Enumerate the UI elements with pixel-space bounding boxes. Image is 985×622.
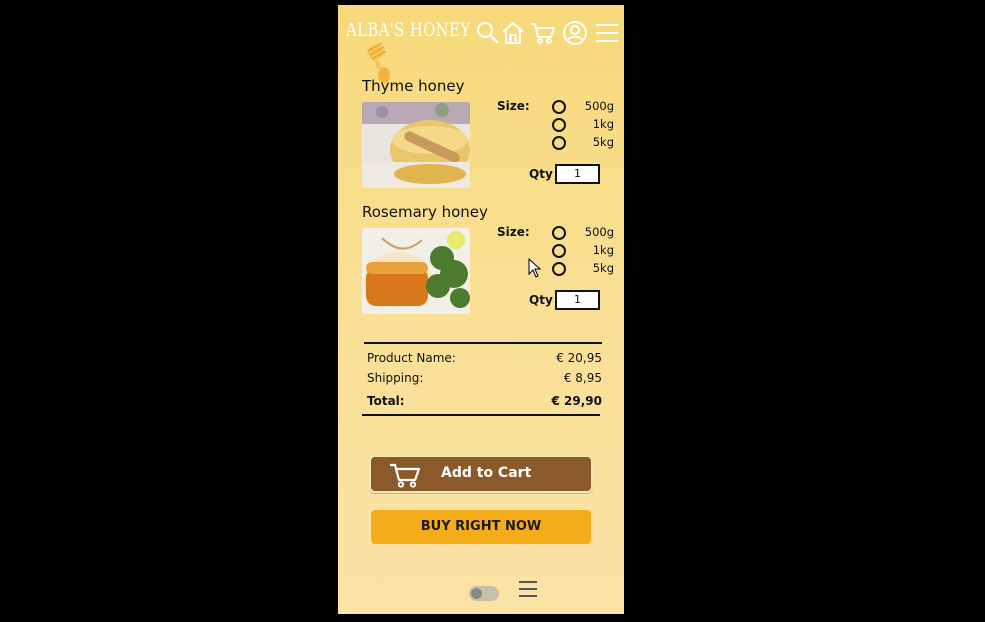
add-to-cart-button[interactable]: Add to Cart — [369, 455, 593, 493]
qty-input[interactable]: 1 — [555, 290, 600, 310]
toggle-knob — [471, 588, 482, 599]
product-name: Thyme honey — [362, 77, 465, 95]
radio-button[interactable] — [552, 244, 566, 258]
mobile-screen: ALBA'S HONEY Thyme honey Size: 500g 1kg … — [338, 5, 624, 614]
app-header: ALBA'S HONEY — [338, 5, 624, 83]
menu-icon[interactable] — [594, 20, 620, 46]
cart-icon — [390, 463, 421, 488]
brand-logo[interactable]: ALBA'S HONEY — [346, 19, 470, 41]
radio-button[interactable] — [552, 100, 566, 114]
radio-button[interactable] — [552, 136, 566, 150]
size-option-5kg[interactable]: 5kg — [552, 261, 614, 277]
toggle-switch[interactable] — [469, 586, 499, 601]
radio-button[interactable] — [552, 262, 566, 276]
search-icon[interactable] — [475, 20, 501, 46]
cart-icon[interactable] — [530, 20, 556, 46]
divider — [362, 414, 600, 416]
product-image-rosemary-honey[interactable] — [362, 228, 470, 314]
menu-icon[interactable] — [517, 579, 539, 599]
user-icon[interactable] — [562, 20, 588, 46]
qty-label: Qty — [529, 293, 553, 307]
radio-button[interactable] — [552, 118, 566, 132]
qty-input[interactable]: 1 — [555, 164, 600, 184]
product-image-thyme-honey[interactable] — [362, 102, 470, 188]
home-icon[interactable] — [500, 20, 526, 46]
radio-button[interactable] — [552, 226, 566, 240]
buy-now-button[interactable]: BUY RIGHT NOW — [369, 508, 593, 546]
size-label: Size: — [497, 225, 530, 239]
size-option-1kg[interactable]: 1kg — [552, 243, 614, 259]
qty-label: Qty — [529, 167, 553, 181]
product-name: Rosemary honey — [362, 203, 488, 221]
size-label: Size: — [497, 99, 530, 113]
size-option-500g[interactable]: 500g — [552, 99, 614, 115]
size-option-5kg[interactable]: 5kg — [552, 135, 614, 151]
divider — [364, 342, 602, 344]
size-option-1kg[interactable]: 1kg — [552, 117, 614, 133]
mouse-cursor-icon — [528, 258, 542, 278]
size-option-500g[interactable]: 500g — [552, 225, 614, 241]
order-summary: Product Name: € 20,95 Shipping: € 8,95 T… — [362, 342, 602, 417]
